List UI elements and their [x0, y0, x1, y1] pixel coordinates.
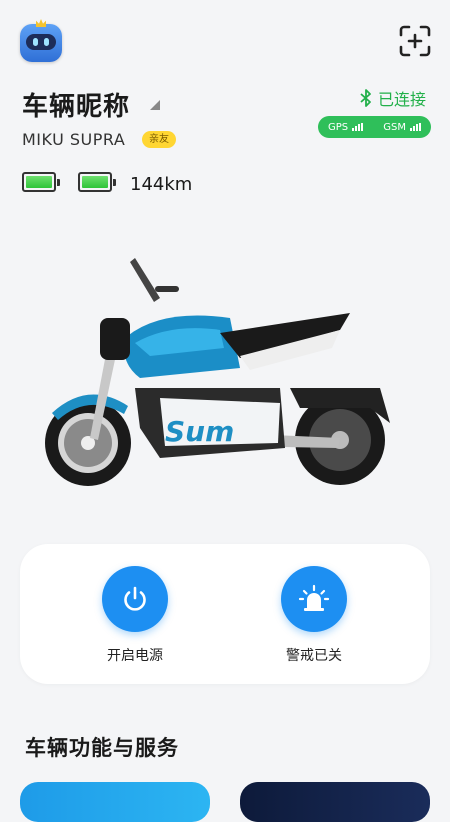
alarm-control[interactable]: 警戒已关	[254, 566, 374, 665]
add-scan-icon[interactable]	[398, 24, 432, 58]
service-tile-2[interactable]	[240, 782, 430, 822]
bluetooth-status-text: 已连接	[378, 90, 427, 109]
battery-1-icon	[22, 172, 60, 192]
gps-signal-icon	[352, 123, 364, 131]
bluetooth-icon	[360, 89, 371, 107]
power-control[interactable]: 开启电源	[75, 566, 195, 665]
alarm-label: 警戒已关	[286, 648, 342, 664]
bluetooth-status[interactable]: 已连接	[360, 86, 426, 110]
section-title: 车辆功能与服务	[25, 736, 179, 760]
signal-status-pill: GPS GSM	[318, 116, 431, 138]
battery-2-icon	[78, 172, 116, 192]
alarm-button[interactable]	[281, 566, 347, 632]
vehicle-model: MIKU SUPRA	[22, 130, 126, 149]
gps-label: GPS	[328, 121, 349, 133]
power-button[interactable]	[102, 566, 168, 632]
control-card: 开启电源 警戒已关	[20, 544, 430, 684]
dropdown-caret-icon[interactable]	[150, 100, 160, 110]
vehicle-nickname[interactable]: 车辆昵称	[22, 86, 130, 123]
power-label: 开启电源	[107, 648, 163, 664]
power-icon	[124, 586, 146, 611]
svg-text:Sum: Sum	[165, 415, 234, 448]
motorcycle-image: Sum	[45, 258, 390, 486]
gsm-signal-icon	[409, 123, 421, 131]
service-tile-1[interactable]	[20, 782, 210, 822]
range-value: 144km	[130, 174, 193, 195]
robot-avatar-icon[interactable]	[20, 19, 62, 62]
share-badge: 亲友	[142, 131, 176, 148]
alarm-siren-icon	[298, 584, 330, 611]
gsm-label: GSM	[383, 121, 406, 133]
